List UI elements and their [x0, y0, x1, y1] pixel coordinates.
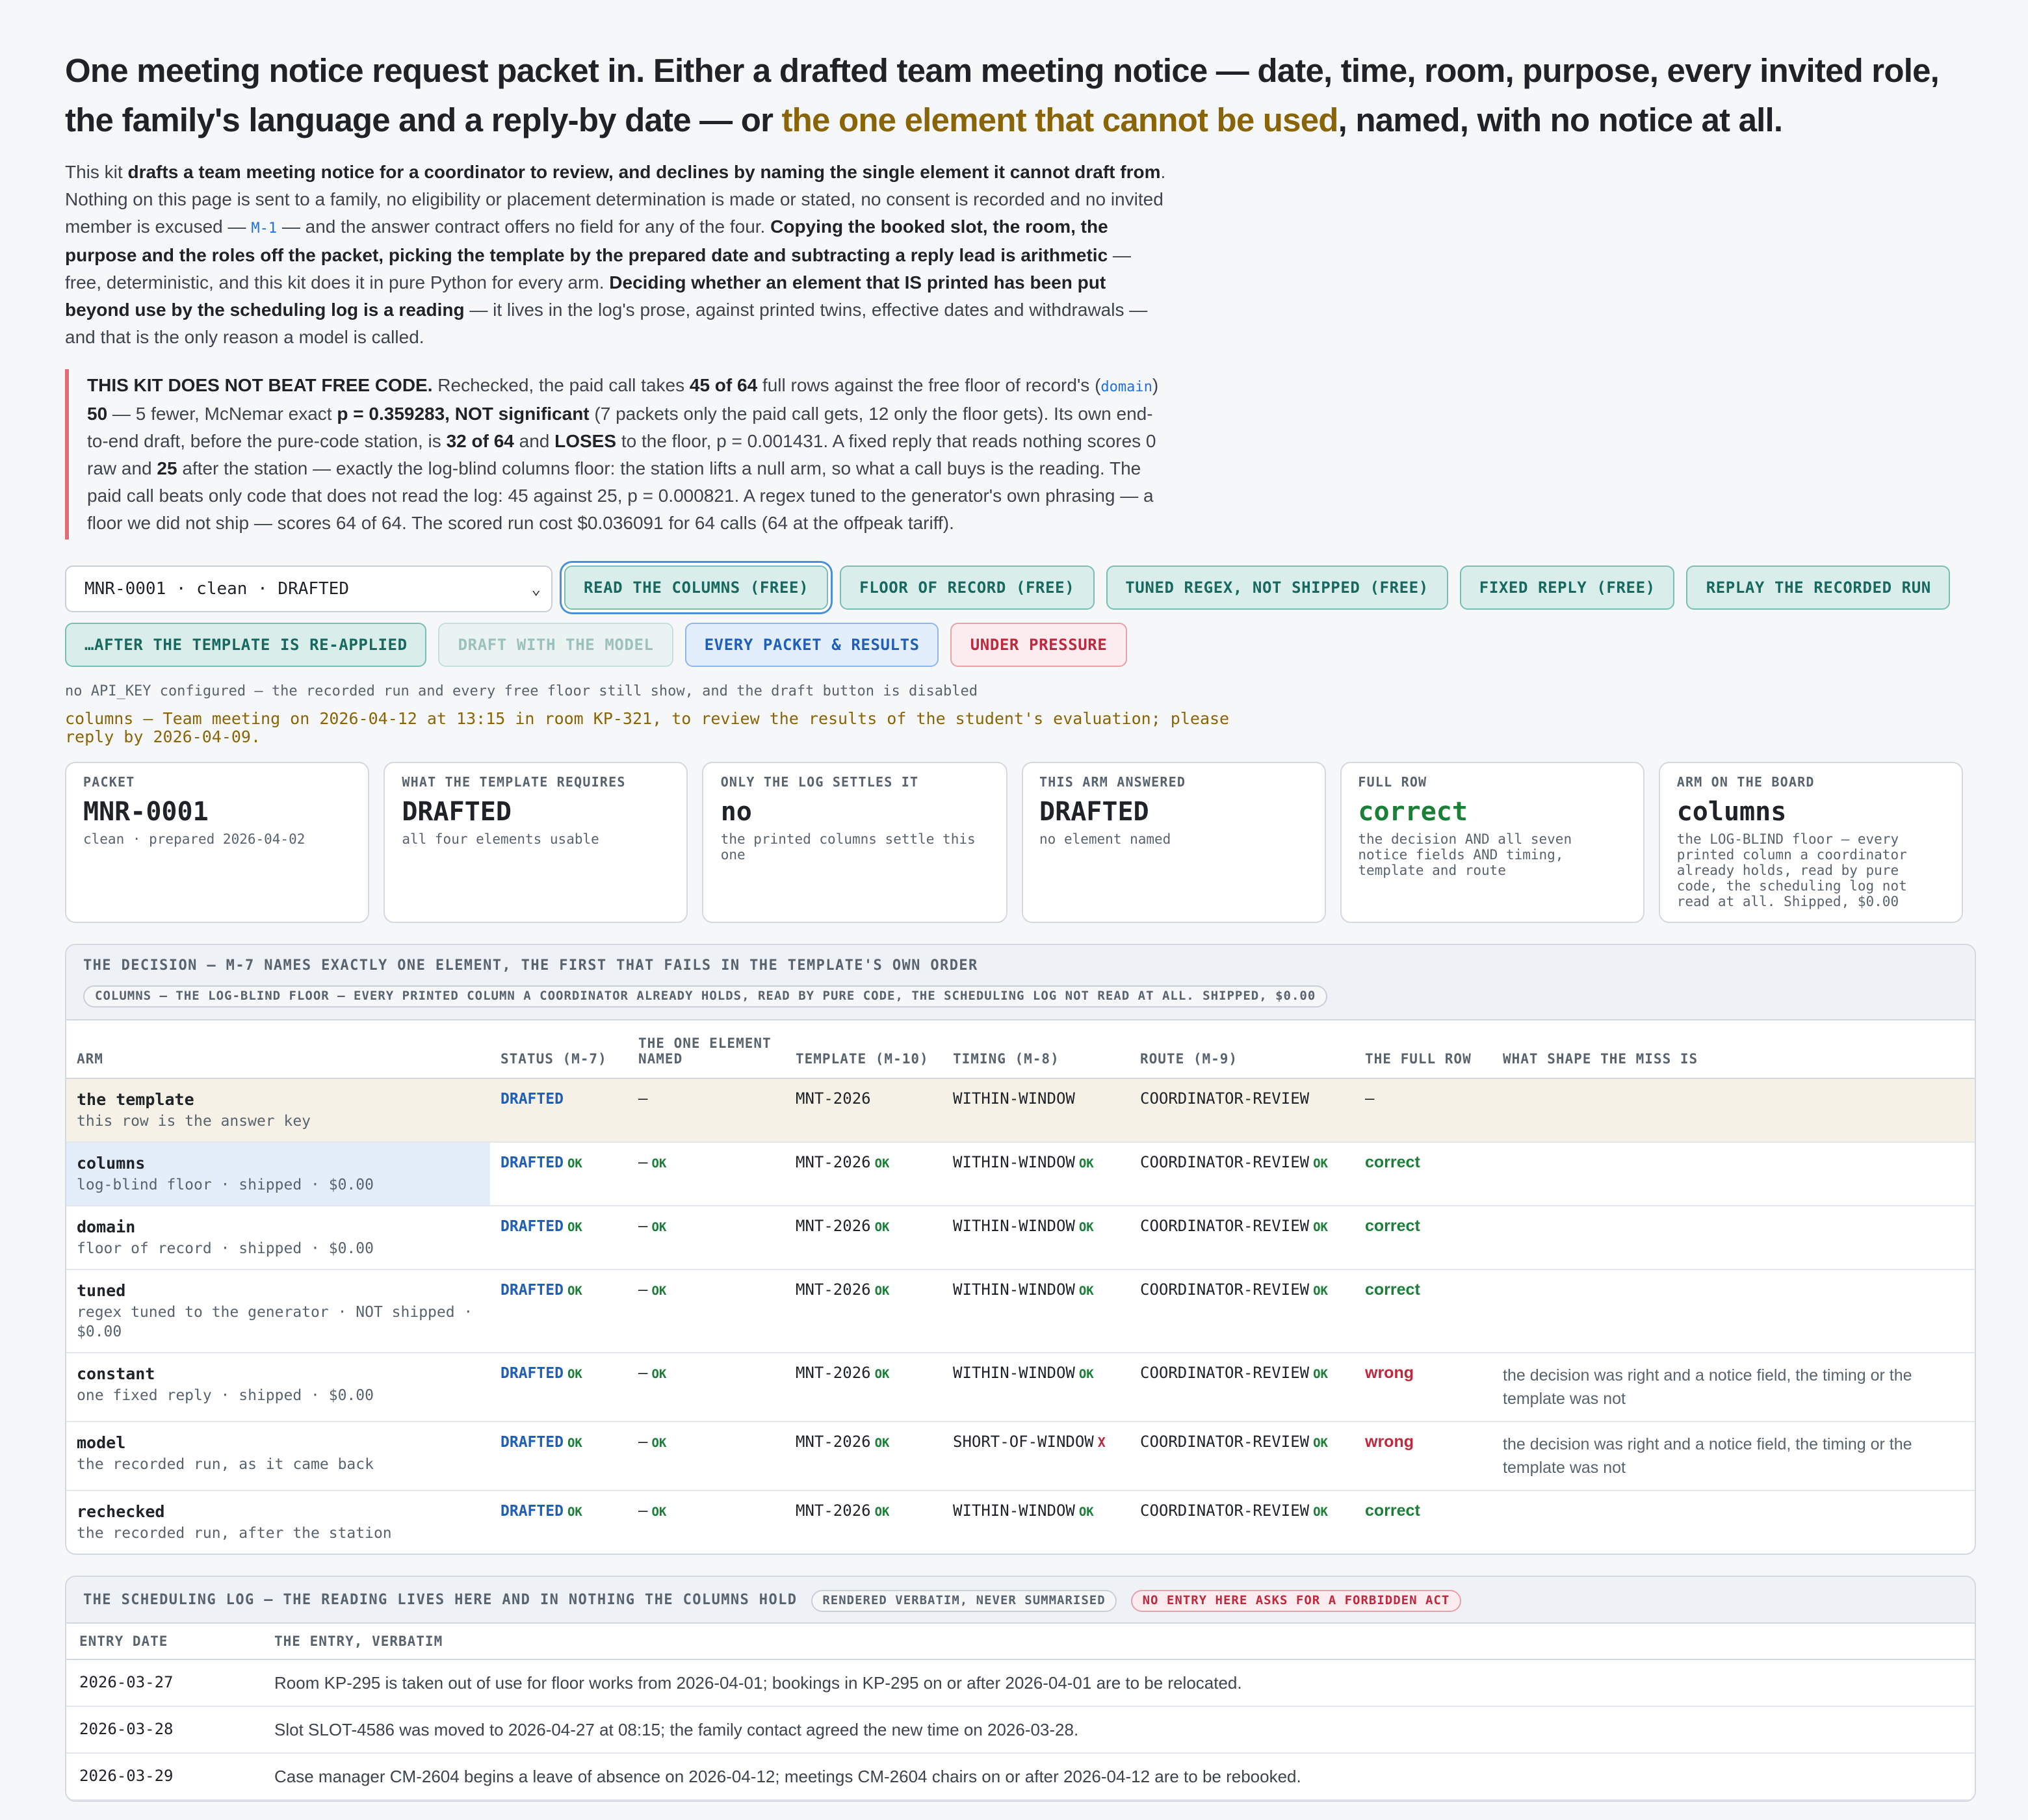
log-table: ENTRY DATE THE ENTRY, VERBATIM 2026-03-2…: [66, 1624, 1975, 1800]
col-entry-text: THE ENTRY, VERBATIM: [261, 1624, 1975, 1660]
log-row: 2026-03-28 Slot SLOT-4586 was moved to 2…: [66, 1706, 1975, 1754]
col-status: STATUS (M-7): [490, 1020, 628, 1079]
intro-paragraph: This kit drafts a team meeting notice fo…: [65, 161, 1166, 347]
card-full-row: FULL ROW correct the decision AND all se…: [1340, 762, 1644, 923]
packet-select[interactable]: MNR-0001 · clean · DRAFTED ⌄: [65, 566, 552, 612]
card-arm-answered: THIS ARM ANSWERED DRAFTED no element nam…: [1021, 762, 1326, 923]
headline-highlight: the one element that cannot be used: [781, 103, 1339, 139]
warning-callout: THIS KIT DOES NOT BEAT FREE CODE. Rechec…: [65, 369, 1174, 540]
col-template: TEMPLATE (M-10): [785, 1020, 942, 1079]
summary-cards: PACKET MNR-0001 clean · prepared 2026-04…: [65, 762, 1964, 923]
fixed-reply-button[interactable]: FIXED REPLY (FREE): [1459, 566, 1675, 610]
col-element: THE ONE ELEMENT NAMED: [628, 1020, 785, 1079]
floor-of-record-button[interactable]: FLOOR OF RECORD (FREE): [840, 566, 1095, 610]
table-row: the template this row is the answer key D…: [66, 1078, 1975, 1143]
card-arm-on-board: ARM ON THE BOARD columns the LOG-BLIND f…: [1658, 762, 1964, 923]
draft-with-model-button[interactable]: DRAFT WITH THE MODEL: [438, 623, 673, 667]
log-row: 2026-03-27 Room KP-295 is taken out of u…: [66, 1659, 1975, 1707]
col-miss: WHAT SHAPE THE MISS IS: [1492, 1020, 1975, 1079]
col-full-row: THE FULL ROW: [1355, 1020, 1492, 1079]
table-row[interactable]: rechecked the recorded run, after the sta…: [66, 1490, 1975, 1554]
api-note: no API_KEY configured — the recorded run…: [65, 682, 978, 699]
page-title: One meeting notice request packet in. Ei…: [65, 53, 1940, 139]
verbatim-pill: RENDERED VERBATIM, NEVER SUMMARISED: [811, 1590, 1117, 1612]
table-row[interactable]: model the recorded run, as it came back D…: [66, 1422, 1975, 1491]
col-arm: ARM: [66, 1020, 490, 1079]
table-row[interactable]: domain floor of record · shipped · $0.00 …: [66, 1206, 1975, 1270]
under-pressure-button[interactable]: UNDER PRESSURE: [950, 623, 1127, 667]
table-row[interactable]: columns log-blind floor · shipped · $0.00…: [66, 1142, 1975, 1206]
log-title: THE SCHEDULING LOG — THE READING LIVES H…: [83, 1591, 798, 1608]
arm-code: domain: [1100, 378, 1152, 395]
col-timing: TIMING (M-8): [942, 1020, 1130, 1079]
forbidden-act-pill: NO ENTRY HERE ASKS FOR A FORBIDDEN ACT: [1130, 1590, 1462, 1612]
packet-select-value: MNR-0001 · clean · DRAFTED: [84, 579, 349, 599]
decision-panel: THE DECISION — M-7 NAMES EXACTLY ONE ELE…: [65, 944, 1976, 1555]
chevron-down-icon: ⌄: [531, 580, 541, 598]
scheduling-log-panel: THE SCHEDULING LOG — THE READING LIVES H…: [65, 1576, 1976, 1802]
col-entry-date: ENTRY DATE: [66, 1624, 261, 1660]
log-row: 2026-03-29 Case manager CM-2604 begins a…: [66, 1753, 1975, 1800]
rule-code: M-1: [251, 220, 278, 237]
read-columns-button[interactable]: READ THE COLUMNS (FREE): [564, 566, 829, 610]
controls-bar: MNR-0001 · clean · DRAFTED ⌄ READ THE CO…: [65, 566, 1976, 667]
table-row[interactable]: tuned regex tuned to the generator · NOT …: [66, 1269, 1975, 1353]
every-packet-button[interactable]: EVERY PACKET & RESULTS: [684, 623, 939, 667]
card-template-requires: WHAT THE TEMPLATE REQUIRES DRAFTED all f…: [384, 762, 688, 923]
decision-arm-pill: COLUMNS — THE LOG-BLIND FLOOR — EVERY PR…: [83, 985, 1328, 1008]
replay-run-button[interactable]: REPLAY THE RECORDED RUN: [1686, 566, 1951, 610]
tuned-regex-button[interactable]: TUNED REGEX, NOT SHIPPED (FREE): [1106, 566, 1448, 610]
card-log-settles: ONLY THE LOG SETTLES IT no the printed c…: [702, 762, 1008, 923]
card-packet: PACKET MNR-0001 clean · prepared 2026-04…: [65, 762, 370, 923]
drafted-notice: columns — Team meeting on 2026-04-12 at …: [65, 708, 1230, 746]
decision-table: ARM STATUS (M-7) THE ONE ELEMENT NAMED T…: [66, 1020, 1975, 1554]
template-reapplied-button[interactable]: …AFTER THE TEMPLATE IS RE-APPLIED: [65, 623, 427, 667]
table-row[interactable]: constant one fixed reply · shipped · $0.0…: [66, 1353, 1975, 1422]
col-route: ROUTE (M-9): [1130, 1020, 1355, 1079]
decision-title: THE DECISION — M-7 NAMES EXACTLY ONE ELE…: [83, 957, 978, 974]
